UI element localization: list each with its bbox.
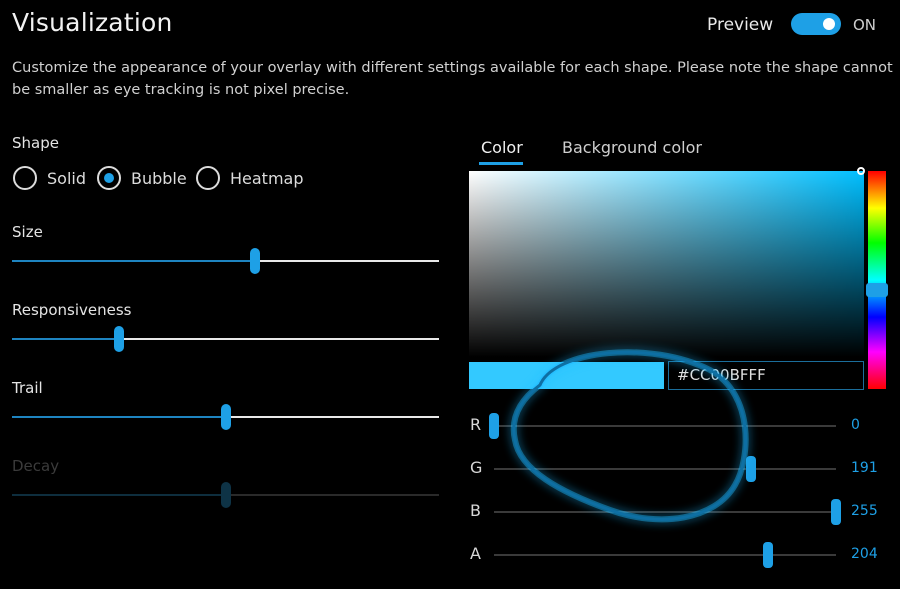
channel-value-g: 191 <box>851 460 878 476</box>
channel-value-a: 204 <box>851 546 878 562</box>
trail-label: Trail <box>12 379 43 397</box>
channel-value-r: 0 <box>851 417 860 433</box>
color-preview-swatch <box>469 362 664 389</box>
active-tab-indicator <box>479 162 523 165</box>
radio-label: Bubble <box>131 168 187 188</box>
channel-slider-thumb-b[interactable] <box>831 499 841 525</box>
tab-color[interactable]: Color <box>481 138 523 157</box>
slider-fill <box>12 416 226 418</box>
shape-radio-bubble[interactable]: Bubble <box>97 166 187 190</box>
slider-thumb[interactable] <box>221 404 231 430</box>
channel-slider-b[interactable] <box>494 511 836 513</box>
channel-slider-thumb-g[interactable] <box>745 456 756 482</box>
channel-value-b: 255 <box>851 503 878 519</box>
radio-label: Solid <box>47 168 86 188</box>
channel-slider-g[interactable] <box>494 468 836 470</box>
slider-track <box>255 260 439 262</box>
shape-radio-heatmap[interactable]: Heatmap <box>196 166 304 190</box>
preview-label: Preview <box>707 15 774 35</box>
decay-label: Decay <box>12 457 60 475</box>
page-description: Customize the appearance of your overlay… <box>12 60 893 98</box>
radio-circle <box>13 166 37 190</box>
radio-circle <box>196 166 220 190</box>
slider-fill <box>12 338 119 340</box>
toggle-knob <box>823 18 835 30</box>
preview-toggle[interactable] <box>791 13 841 35</box>
slider-thumb[interactable] <box>250 248 260 274</box>
spectrum-selector[interactable] <box>857 167 865 175</box>
slider-thumb[interactable] <box>114 326 124 352</box>
size-label: Size <box>12 223 43 241</box>
responsiveness-label: Responsiveness <box>12 301 132 319</box>
channel-label-g: G <box>470 458 483 477</box>
hue-slider-thumb[interactable] <box>866 283 888 297</box>
page-title: Visualization <box>12 8 173 37</box>
trail-slider[interactable] <box>12 404 439 430</box>
radio-label: Heatmap <box>230 168 304 188</box>
radio-circle-checked <box>97 166 121 190</box>
size-slider[interactable] <box>12 248 439 274</box>
channel-label-r: R <box>470 415 482 434</box>
slider-track <box>226 494 439 496</box>
hex-input[interactable]: #CC00BFFF <box>668 361 864 390</box>
channel-slider-r[interactable] <box>494 425 836 427</box>
channel-slider-thumb-a[interactable] <box>762 542 773 568</box>
responsiveness-slider[interactable] <box>12 326 439 352</box>
channel-label-a: A <box>470 544 481 563</box>
channel-slider-thumb-r[interactable] <box>489 413 499 439</box>
channel-label-b: B <box>470 501 481 520</box>
color-spectrum[interactable] <box>469 171 864 357</box>
shape-radio-solid[interactable]: Solid <box>13 166 86 190</box>
shape-label: Shape <box>12 134 59 152</box>
slider-track <box>119 338 439 340</box>
slider-track <box>226 416 439 418</box>
preview-state-label: ON <box>853 16 877 34</box>
hue-slider[interactable] <box>868 171 886 389</box>
slider-fill <box>12 260 255 262</box>
tab-background-color[interactable]: Background color <box>562 138 702 157</box>
slider-thumb <box>221 482 231 508</box>
decay-slider <box>12 482 439 508</box>
channel-slider-a[interactable] <box>494 554 836 556</box>
slider-fill <box>12 494 226 496</box>
